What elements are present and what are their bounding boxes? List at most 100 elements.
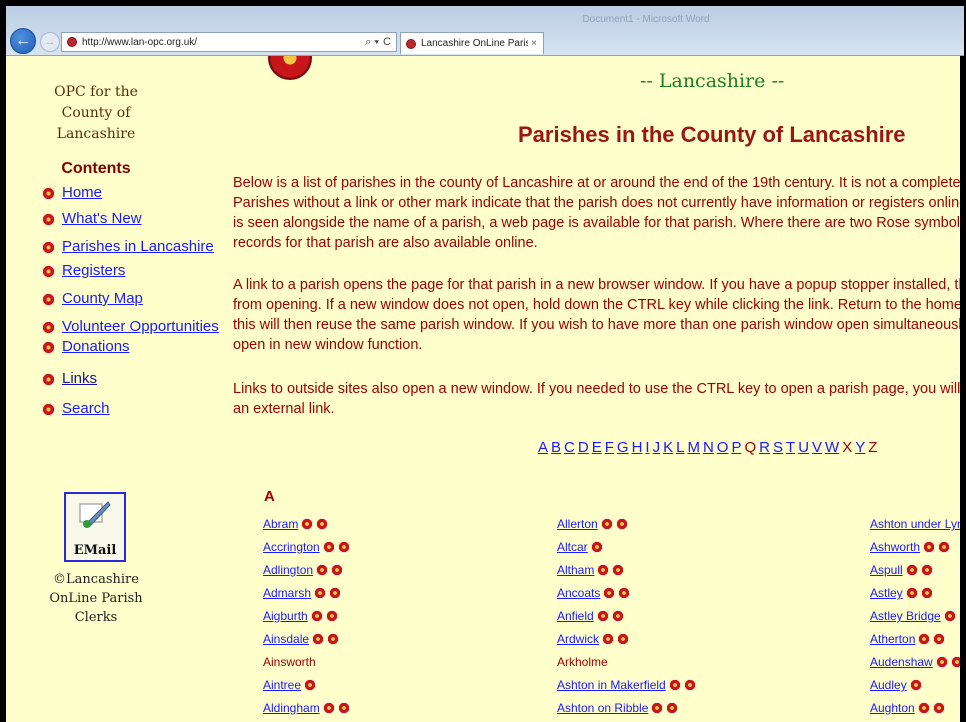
rose-webpage-icon[interactable] [600,518,613,530]
rose-webpage-icon[interactable] [918,633,931,645]
sidebar-link-label[interactable]: County Map [62,290,143,307]
rose-webpage-icon[interactable] [602,633,615,645]
rose-records-icon[interactable] [958,610,960,622]
sidebar-link-label[interactable]: Donations [62,338,130,355]
rose-webpage-icon[interactable] [905,564,918,576]
rose-webpage-icon[interactable] [597,564,610,576]
sidebar-link-label[interactable]: Volunteer Opportunities [62,318,219,335]
tab-close-icon[interactable]: × [528,38,540,49]
search-dropdown-icon[interactable]: ⌕ ▾ [365,36,379,49]
sidebar-item-parishes-in-lancashire[interactable]: Parishes in Lancashire [42,238,222,256]
rose-webpage-icon[interactable] [314,587,327,599]
rose-records-icon[interactable] [327,633,340,645]
parish-link-astley-bridge[interactable]: Astley Bridge [870,609,941,623]
rose-webpage-icon[interactable] [596,610,609,622]
sidebar-item-home[interactable]: Home [42,184,222,202]
email-link[interactable]: EMail [64,492,126,562]
sidebar-item-volunteer-opportunities[interactable]: Volunteer Opportunities [42,318,222,336]
alphabet-letter-w[interactable]: W [825,439,839,456]
sidebar-link-label[interactable]: Search [62,400,110,417]
sidebar-link-label[interactable]: Home [62,184,102,201]
rose-webpage-icon[interactable] [312,633,325,645]
rose-webpage-icon[interactable] [304,679,317,691]
parish-link-aldingham[interactable]: Aldingham [263,701,320,715]
rose-webpage-icon[interactable] [935,656,948,668]
rose-records-icon[interactable] [938,541,951,553]
rose-records-icon[interactable] [920,587,933,599]
alphabet-letter-f[interactable]: F [605,439,614,456]
rose-webpage-icon[interactable] [322,702,335,714]
sidebar-item-links[interactable]: Links [42,370,222,388]
parish-link-allerton[interactable]: Allerton [557,517,598,531]
alphabet-letter-c[interactable]: C [564,439,575,456]
rose-webpage-icon[interactable] [322,541,335,553]
parish-link-anfield[interactable]: Anfield [557,609,594,623]
sidebar-link-label[interactable]: Parishes in Lancashire [62,238,214,255]
parish-link-accrington[interactable]: Accrington [263,540,320,554]
parish-link-ainsdale[interactable]: Ainsdale [263,632,309,646]
alphabet-letter-o[interactable]: O [717,439,729,456]
sidebar-item-what-s-new[interactable]: What's New [42,210,222,228]
parish-link-atherton[interactable]: Atherton [870,632,915,646]
alphabet-letter-i[interactable]: I [645,439,649,456]
rose-records-icon[interactable] [617,633,630,645]
rose-records-icon[interactable] [337,702,350,714]
alphabet-letter-d[interactable]: D [578,439,589,456]
rose-webpage-icon[interactable] [905,587,918,599]
sidebar-link-label[interactable]: Registers [62,262,125,279]
alphabet-letter-k[interactable]: K [663,439,673,456]
rose-webpage-icon[interactable] [651,702,664,714]
refresh-icon[interactable]: C [383,36,391,49]
parish-link-ancoats[interactable]: Ancoats [557,586,600,600]
alphabet-letter-j[interactable]: J [653,439,661,456]
rose-records-icon[interactable] [337,541,350,553]
rose-records-icon[interactable] [618,587,631,599]
rose-webpage-icon[interactable] [909,679,922,691]
alphabet-letter-y[interactable]: Y [855,439,865,456]
parish-link-aspull[interactable]: Aspull [870,563,903,577]
sidebar-item-donations[interactable]: Donations [42,338,222,356]
rose-webpage-icon[interactable] [590,541,603,553]
parish-link-ashton-under-lyne[interactable]: Ashton under Lyne [870,517,960,531]
rose-records-icon[interactable] [920,564,933,576]
rose-webpage-icon[interactable] [603,587,616,599]
alphabet-letter-s[interactable]: S [773,439,783,456]
rose-records-icon[interactable] [933,633,946,645]
rose-records-icon[interactable] [615,518,628,530]
parish-link-audenshaw[interactable]: Audenshaw [870,655,933,669]
forward-button[interactable]: → [40,32,60,52]
parish-link-audley[interactable]: Audley [870,678,907,692]
alphabet-letter-v[interactable]: V [812,439,822,456]
alphabet-letter-t[interactable]: T [786,439,795,456]
rose-records-icon[interactable] [329,587,342,599]
alphabet-letter-a[interactable]: A [538,439,548,456]
alphabet-letter-n[interactable]: N [703,439,714,456]
rose-records-icon[interactable] [611,610,624,622]
sidebar-item-county-map[interactable]: County Map [42,290,222,308]
rose-webpage-icon[interactable] [310,610,323,622]
rose-webpage-icon[interactable] [923,541,936,553]
rose-webpage-icon[interactable] [917,702,930,714]
parish-link-abram[interactable]: Abram [263,517,298,531]
parish-link-adlington[interactable]: Adlington [263,563,313,577]
sidebar-link-label[interactable]: What's New [62,210,142,227]
sidebar-item-search[interactable]: Search [42,400,222,418]
alphabet-letter-e[interactable]: E [592,439,602,456]
alphabet-letter-m[interactable]: M [687,439,700,456]
sidebar-item-registers[interactable]: Registers [42,262,222,280]
address-url[interactable]: http://www.lan-opc.org.uk/ [82,37,365,48]
back-button[interactable]: ← [10,28,36,54]
alphabet-letter-u[interactable]: U [798,439,809,456]
rose-records-icon[interactable] [331,564,344,576]
alphabet-letter-h[interactable]: H [632,439,643,456]
rose-webpage-icon[interactable] [668,679,681,691]
rose-records-icon[interactable] [683,679,696,691]
rose-records-icon[interactable] [325,610,338,622]
rose-records-icon[interactable] [950,656,960,668]
rose-webpage-icon[interactable] [316,564,329,576]
parish-link-astley[interactable]: Astley [870,586,903,600]
parish-link-ardwick[interactable]: Ardwick [557,632,599,646]
rose-records-icon[interactable] [612,564,625,576]
parish-link-ashworth[interactable]: Ashworth [870,540,920,554]
parish-link-aughton[interactable]: Aughton [870,701,915,715]
